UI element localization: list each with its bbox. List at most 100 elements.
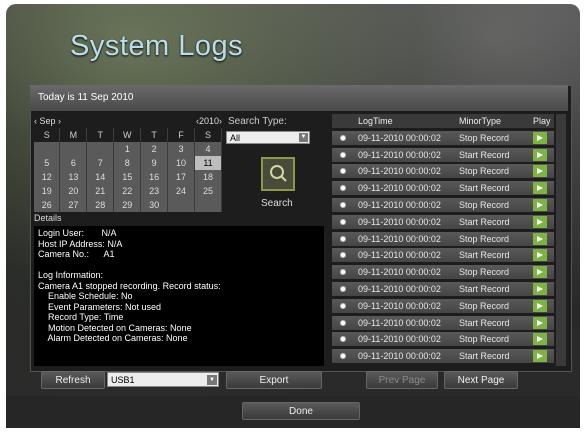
calendar-day[interactable]: 22 <box>113 184 142 198</box>
view-cell[interactable] <box>332 250 354 260</box>
minor-type: Start Record <box>459 216 510 227</box>
calendar-day[interactable]: 30 <box>140 198 169 212</box>
play-icon[interactable] <box>533 316 547 329</box>
table-scrollbar[interactable] <box>556 114 566 366</box>
play-icon[interactable] <box>533 350 547 363</box>
play-icon[interactable] <box>533 299 547 312</box>
calendar-day[interactable]: 29 <box>113 198 142 212</box>
calendar-day[interactable]: 20 <box>59 184 88 198</box>
table-row[interactable]: 09-11-2010 00:00:02 Stop Record <box>332 231 554 246</box>
search-type-label: Search Type: <box>228 116 287 127</box>
eye-icon <box>340 353 346 360</box>
view-cell[interactable] <box>332 301 354 311</box>
weekday-label: T <box>140 128 169 142</box>
play-icon[interactable] <box>533 165 547 178</box>
calendar-day[interactable]: 8 <box>113 156 142 170</box>
table-row[interactable]: 09-11-2010 00:00:02 Start Record <box>332 281 554 296</box>
refresh-button[interactable]: Refresh <box>41 371 105 389</box>
play-icon[interactable] <box>533 282 547 295</box>
view-cell[interactable] <box>332 183 354 193</box>
play-icon[interactable] <box>533 333 547 346</box>
calendar-day[interactable]: 2 <box>140 142 169 156</box>
table-row[interactable]: 09-11-2010 00:00:02 Stop Record <box>332 332 554 347</box>
play-icon[interactable] <box>533 182 547 195</box>
calendar-day[interactable]: 6 <box>59 156 88 170</box>
view-cell[interactable] <box>332 234 354 244</box>
search-type-select[interactable]: All ▼ <box>226 131 310 144</box>
export-button[interactable]: Export <box>226 371 322 389</box>
calendar-day[interactable]: 17 <box>167 170 195 184</box>
play-icon[interactable] <box>533 232 547 245</box>
table-row[interactable]: 09-11-2010 00:00:02 Stop Record <box>332 265 554 280</box>
calendar-day[interactable]: 3 <box>167 142 195 156</box>
year-selector[interactable]: ‹2010› <box>196 116 222 128</box>
table-row[interactable]: 09-11-2010 00:00:02 Start Record <box>332 214 554 229</box>
search-icon <box>270 165 287 182</box>
calendar-day[interactable]: 21 <box>86 184 115 198</box>
calendar-day[interactable]: 4 <box>194 142 222 156</box>
play-icon[interactable] <box>533 148 547 161</box>
view-cell[interactable] <box>332 284 354 294</box>
play-icon[interactable] <box>533 249 547 262</box>
table-row[interactable]: 09-11-2010 00:00:02 Start Record <box>332 248 554 263</box>
calendar-day[interactable]: 14 <box>86 170 115 184</box>
calendar-day[interactable]: 25 <box>194 184 222 198</box>
calendar-day[interactable]: 1 <box>113 142 142 156</box>
search-button[interactable] <box>261 157 295 191</box>
table-row[interactable]: 09-11-2010 00:00:02 Stop Record <box>332 197 554 212</box>
calendar-day[interactable]: 27 <box>59 198 88 212</box>
calendar-day[interactable]: 7 <box>86 156 115 170</box>
eye-icon <box>340 151 346 158</box>
prev-page-button[interactable]: Prev Page <box>366 371 438 389</box>
view-cell[interactable] <box>332 200 354 210</box>
view-cell[interactable] <box>332 150 354 160</box>
minor-type: Stop Record <box>459 166 510 177</box>
month-selector[interactable]: ‹ Sep › <box>34 116 61 128</box>
table-row[interactable]: 09-11-2010 00:00:02 Stop Record <box>332 164 554 179</box>
play-icon[interactable] <box>533 215 547 228</box>
table-row[interactable]: 09-11-2010 00:00:02 Stop Record <box>332 130 554 145</box>
month-label: Sep <box>39 116 56 126</box>
calendar-day[interactable]: 9 <box>140 156 169 170</box>
done-button[interactable]: Done <box>242 402 360 420</box>
calendar-day[interactable]: 10 <box>167 156 195 170</box>
table-row[interactable]: 09-11-2010 00:00:02 Start Record <box>332 349 554 364</box>
log-time: 09-11-2010 00:00:02 <box>358 233 441 244</box>
view-cell[interactable] <box>332 334 354 344</box>
play-icon[interactable] <box>533 198 547 211</box>
table-row[interactable]: 09-11-2010 00:00:02 Start Record <box>332 181 554 196</box>
calendar-day[interactable]: 15 <box>113 170 142 184</box>
table-row[interactable]: 09-11-2010 00:00:02 Start Record <box>332 315 554 330</box>
calendar-day[interactable]: 13 <box>59 170 88 184</box>
next-page-button[interactable]: Next Page <box>444 371 518 389</box>
play-icon[interactable] <box>533 266 547 279</box>
calendar-day[interactable]: 24 <box>167 184 195 198</box>
calendar-day[interactable]: 19 <box>34 184 61 198</box>
table-row[interactable]: 09-11-2010 00:00:02 Stop Record <box>332 298 554 313</box>
log-time: 09-11-2010 00:00:02 <box>358 283 441 294</box>
log-time: 09-11-2010 00:00:02 <box>358 300 441 311</box>
view-cell[interactable] <box>332 318 354 328</box>
view-cell[interactable] <box>332 267 354 277</box>
view-cell[interactable] <box>332 351 354 361</box>
calendar-day[interactable]: 16 <box>140 170 169 184</box>
usb-select[interactable]: USB1 ▼ <box>107 372 219 387</box>
details-line: Camera No.: A1 <box>38 249 115 259</box>
log-time: 09-11-2010 00:00:02 <box>358 199 441 210</box>
weekday-label: S <box>34 128 61 142</box>
minor-type: Stop Record <box>459 334 510 345</box>
calendar-day[interactable]: 11 <box>194 156 222 170</box>
calendar-day[interactable]: 26 <box>34 198 61 212</box>
calendar-day[interactable]: 5 <box>34 156 61 170</box>
search-button-label: Search <box>261 198 293 209</box>
view-cell[interactable] <box>332 217 354 227</box>
view-cell[interactable] <box>332 166 354 176</box>
play-icon[interactable] <box>533 131 547 144</box>
table-row[interactable]: 09-11-2010 00:00:02 Start Record <box>332 147 554 162</box>
calendar-day[interactable]: 12 <box>34 170 61 184</box>
view-cell[interactable] <box>332 133 354 143</box>
calendar-day[interactable]: 18 <box>194 170 222 184</box>
calendar-day[interactable]: 28 <box>86 198 115 212</box>
calendar-day[interactable]: 23 <box>140 184 169 198</box>
minor-type: Start Record <box>459 351 510 362</box>
